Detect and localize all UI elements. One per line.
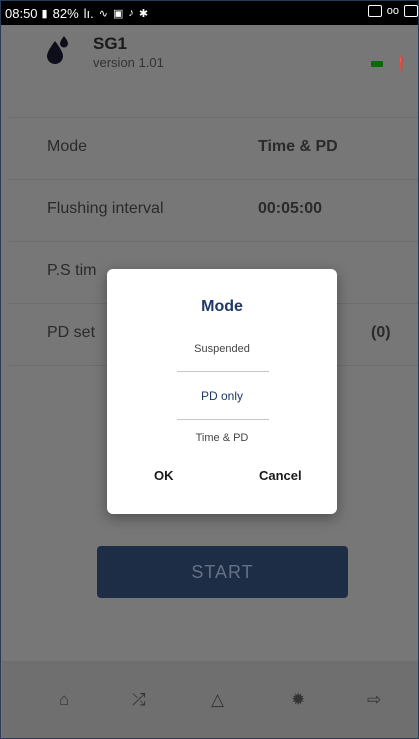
signal-text: lı. xyxy=(83,5,94,21)
status-time: 08:50 xyxy=(5,5,38,21)
option-divider xyxy=(177,419,269,420)
app-icon xyxy=(367,5,382,17)
photo-icon: ▣ xyxy=(112,7,124,20)
option-pd-only[interactable]: PD only xyxy=(107,389,337,403)
bluetooth-icon: ✱ xyxy=(138,7,149,20)
hotspot-icon: ∿ xyxy=(98,7,108,20)
voicemail-icon: oo xyxy=(386,5,399,17)
phone-screen: 08:50 ▮ 82% lı. ∿ ▣ ♪ ✱ oo SG1 version 1… xyxy=(0,0,419,739)
option-suspended[interactable]: Suspended xyxy=(107,343,337,355)
ok-button[interactable]: OK xyxy=(154,468,174,483)
option-time-pd[interactable]: Time & PD xyxy=(107,432,337,444)
option-divider xyxy=(177,371,269,372)
dialog-title: Mode xyxy=(201,298,243,315)
battery-percent: 82% xyxy=(52,5,79,21)
status-right-icons: oo xyxy=(367,5,418,17)
battery-icon: ▮ xyxy=(41,7,48,20)
status-bar: 08:50 ▮ 82% lı. ∿ ▣ ♪ ✱ oo xyxy=(1,1,418,25)
calendar-icon xyxy=(404,5,418,17)
status-left-icons: ▮ 82% lı. ∿ ▣ ♪ ✱ xyxy=(42,6,149,21)
mode-dialog: Mode Suspended PD only Time & PD OK Canc… xyxy=(107,269,337,514)
cancel-button[interactable]: Cancel xyxy=(259,468,302,483)
mute-icon: ♪ xyxy=(128,7,134,19)
